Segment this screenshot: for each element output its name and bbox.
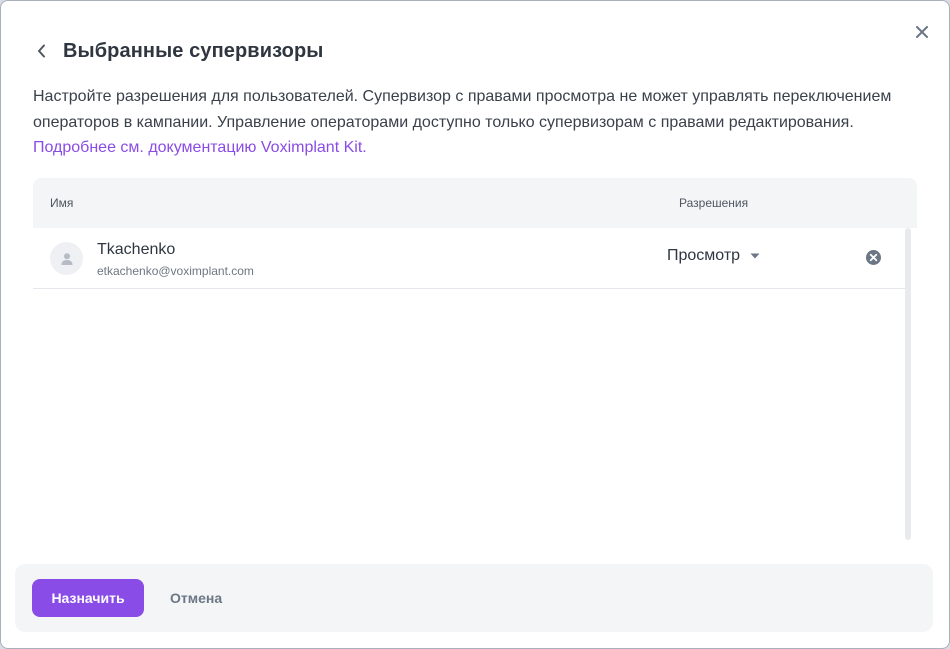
avatar — [50, 242, 83, 275]
page-title: Выбранные супервизоры — [63, 39, 324, 62]
back-button[interactable] — [37, 37, 55, 65]
chevron-left-icon — [38, 44, 45, 58]
cancel-button[interactable]: Отмена — [156, 579, 236, 617]
remove-circle-icon[interactable] — [865, 249, 882, 266]
permission-select[interactable]: Просмотр — [667, 247, 760, 265]
table-row: Tkachenko etkachenko@voximplant.com Прос… — [33, 228, 905, 289]
user-name: Tkachenko — [97, 241, 176, 258]
permission-value: Просмотр — [667, 247, 741, 264]
scrollbar[interactable] — [905, 228, 911, 540]
dialog-footer: Назначить Отмена — [15, 564, 933, 632]
user-placeholder-icon — [61, 252, 72, 265]
assign-button[interactable]: Назначить — [32, 579, 144, 617]
dialog-header: Выбранные супервизоры — [37, 37, 323, 65]
close-button[interactable] — [911, 21, 933, 43]
table-header: Имя Разрешения — [33, 178, 917, 228]
description-text: Настройте разрешения для пользователей. … — [33, 84, 913, 161]
close-icon — [916, 26, 928, 38]
column-header-name: Имя — [50, 196, 74, 210]
user-email: etkachenko@voximplant.com — [97, 264, 254, 278]
description-body: Настройте разрешения для пользователей. … — [33, 88, 892, 131]
column-header-permissions: Разрешения — [679, 196, 749, 210]
supervisors-dialog: Выбранные супервизоры Настройте разрешен… — [0, 0, 950, 649]
documentation-link[interactable]: Подробнее см. документацию Voximplant Ki… — [33, 139, 367, 156]
caret-down-icon — [750, 253, 760, 259]
